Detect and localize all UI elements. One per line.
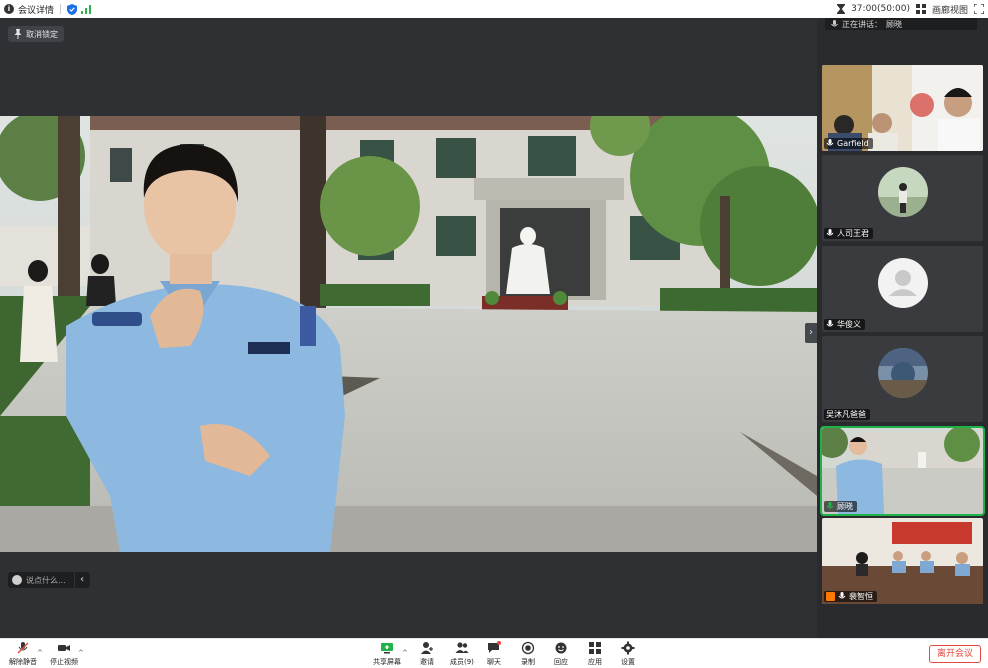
bottom-toolbar: 解除静音 ^ 停止视频 ^ 共享屏幕 ^ 邀请 成员(9) 聊天 录制 回应 应…	[0, 638, 988, 668]
top-bar: i 会议详情 37:00(50:00) 画廊视图	[0, 0, 988, 18]
info-icon[interactable]: i	[4, 4, 14, 14]
mic-speaking-icon	[826, 502, 834, 509]
settings-button[interactable]: 设置	[621, 641, 635, 667]
participant-label: Garfield	[824, 138, 873, 149]
chat-label: 聊天	[487, 658, 501, 666]
participant-name: 裴智恒	[849, 592, 873, 601]
invite-user-icon	[421, 642, 433, 654]
participant-name: 顾晓	[837, 502, 853, 511]
speaking-name: 顾晓	[886, 19, 902, 29]
pin-icon	[14, 29, 22, 39]
view-mode-button[interactable]: 画廊视图	[932, 3, 968, 16]
sidebar-toggle-button[interactable]: ›	[805, 323, 817, 343]
emoji-icon[interactable]	[12, 575, 22, 585]
video-camera-icon	[58, 645, 70, 651]
apps-grid-icon	[589, 642, 601, 654]
participant-name: 吴沐凡爸爸	[826, 410, 866, 419]
record-button[interactable]: 录制	[521, 641, 535, 667]
mic-icon	[826, 229, 834, 236]
apps-label: 应用	[588, 658, 602, 666]
main-stage: 取消锁定 说点什么... ‹ ›	[0, 18, 817, 638]
hourglass-icon	[837, 4, 846, 14]
chat-bubble-icon	[488, 641, 501, 653]
collapse-chat-button[interactable]: ‹	[73, 572, 90, 588]
speaking-indicator: 正在讲话： 顾晓	[825, 18, 977, 30]
invite-label: 邀请	[420, 658, 434, 666]
chat-input-bar[interactable]: 说点什么... ‹	[8, 572, 90, 588]
mic-icon	[826, 320, 834, 327]
mic-icon	[838, 592, 846, 599]
default-avatar-icon	[878, 258, 928, 308]
participant-name: Garfield	[837, 139, 869, 148]
unpin-button[interactable]: 取消锁定	[8, 26, 64, 42]
participant-tile[interactable]: Garfield	[822, 65, 983, 151]
participant-label: 顾晓	[824, 501, 857, 512]
participant-label: 裴智恒	[824, 591, 877, 602]
leave-meeting-button[interactable]: 离开会议	[929, 645, 981, 663]
share-screen-label: 共享屏幕	[373, 658, 401, 666]
participant-label: 华俊义	[824, 319, 865, 330]
apps-button[interactable]: 应用	[588, 641, 602, 667]
mic-muted-icon	[17, 642, 29, 654]
avatar	[878, 167, 928, 217]
reaction-icon	[555, 642, 567, 654]
chat-button[interactable]: 聊天	[487, 641, 501, 667]
signal-icon[interactable]	[81, 4, 92, 14]
host-badge-icon	[826, 592, 835, 601]
participant-tile[interactable]: 裴智恒	[822, 518, 983, 604]
participant-tile-active[interactable]: 顾晓	[820, 426, 985, 516]
unpin-label: 取消锁定	[26, 29, 58, 39]
fullscreen-icon[interactable]	[974, 4, 984, 14]
invite-button[interactable]: 邀请	[420, 641, 434, 667]
record-icon	[521, 641, 535, 655]
speaking-label: 正在讲话：	[842, 19, 882, 29]
chevron-up-icon[interactable]: ^	[37, 649, 43, 657]
participant-label: 吴沐凡爸爸	[824, 409, 870, 420]
participant-tile[interactable]: 人司王君	[822, 155, 983, 241]
avatar	[878, 348, 928, 398]
stop-video-label: 停止视频	[50, 658, 78, 666]
stop-video-button[interactable]: 停止视频	[50, 641, 78, 667]
members-label: 成员(9)	[450, 658, 474, 666]
divider	[60, 4, 62, 14]
share-screen-button[interactable]: 共享屏幕	[373, 641, 401, 667]
settings-label: 设置	[621, 658, 635, 666]
members-icon	[455, 642, 469, 653]
reactions-button[interactable]: 回应	[554, 641, 568, 667]
chevron-up-icon[interactable]: ^	[402, 649, 408, 657]
participant-panel: 正在讲话： 顾晓 Garfield 人司王君 华俊义 吴沐凡爸爸 顾晓 裴智恒	[817, 18, 988, 638]
participant-name: 华俊义	[837, 320, 861, 329]
reactions-label: 回应	[554, 658, 568, 666]
meeting-details-link[interactable]: 会议详情	[18, 3, 54, 16]
participant-label: 人司王君	[824, 228, 873, 239]
main-video-feed	[0, 116, 817, 552]
record-label: 录制	[521, 658, 535, 666]
members-button[interactable]: 成员(9)	[450, 641, 474, 667]
unmute-button[interactable]: 解除静音	[9, 641, 37, 667]
shield-icon[interactable]	[67, 3, 78, 15]
gear-icon	[621, 641, 635, 655]
chevron-up-icon[interactable]: ^	[78, 649, 84, 657]
mic-icon	[826, 139, 834, 146]
participant-tile[interactable]: 吴沐凡爸爸	[822, 336, 983, 422]
meeting-window: i 会议详情 37:00(50:00) 画廊视图 取消锁定 说点什么... ‹ …	[0, 0, 988, 668]
unmute-label: 解除静音	[9, 658, 37, 666]
share-screen-icon	[381, 643, 393, 654]
chat-input[interactable]: 说点什么...	[22, 575, 74, 586]
speaker-mic-icon	[831, 19, 838, 26]
meeting-timer: 37:00(50:00)	[851, 4, 910, 14]
gallery-view-icon[interactable]	[915, 4, 926, 14]
participant-name: 人司王君	[837, 229, 869, 238]
participant-tile[interactable]: 华俊义	[822, 246, 983, 332]
